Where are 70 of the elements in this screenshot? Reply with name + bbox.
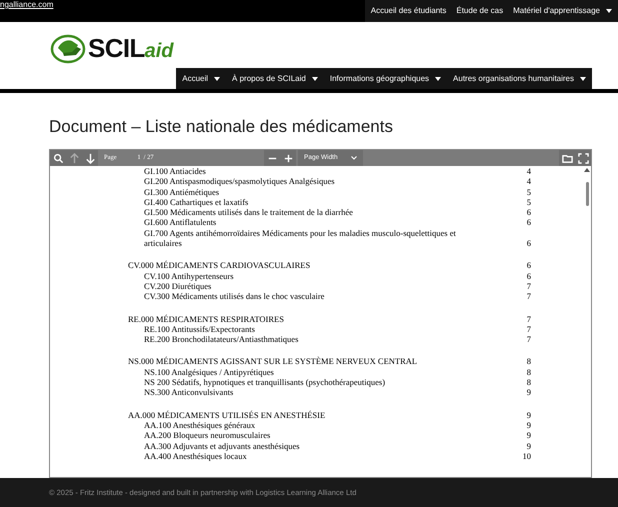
contents-entry: GI.200 Antispasmodiques/spasmolytiques Analgésiques (144, 176, 336, 187)
contents-entry: AA.200 Bloqueurs neuromusculaires (144, 430, 272, 441)
folder-icon[interactable] (559, 150, 575, 166)
caret-icon (312, 76, 318, 80)
contents-entry: GI.400 Cathartiques et laxatifs (144, 196, 250, 208)
caret-icon (606, 9, 612, 13)
page-number: 5 (526, 196, 531, 208)
page-number: 8 (526, 356, 531, 367)
contents-entry: GI.100 Antiacides (144, 166, 207, 176)
page-number: 9 (526, 420, 531, 430)
page-number: 7 (526, 291, 531, 302)
menu-link[interactable]: Autres organisations humanitaires (453, 72, 586, 84)
page-number: 7 (526, 334, 531, 344)
page-number: 9 (526, 410, 531, 420)
contents-entry: CV.100 Antihypertenseurs (144, 270, 235, 281)
contents-entry: RE.100 Antitussifs/Expectorants (144, 324, 256, 334)
menu-link[interactable]: Accueil des étudiants (370, 5, 446, 17)
search-icon[interactable] (50, 150, 66, 166)
page-number: 10 (522, 450, 531, 462)
menu-link[interactable]: À propos de SCILaid (232, 72, 318, 84)
page-number: 8 (526, 366, 531, 378)
menu-link[interactable]: Accueil (182, 72, 220, 84)
section-heading: RE.000 MÉDICAMENTS RESPIRATOIRES (128, 314, 285, 324)
page-number: 9 (526, 387, 531, 398)
page-number: 4 (526, 176, 531, 187)
scroll-up-icon[interactable] (584, 168, 590, 172)
menu-link[interactable]: Étude de cas (456, 5, 504, 17)
contents-entry: GI.300 Antiémétiques (144, 186, 220, 197)
caret-icon (214, 76, 220, 80)
page-number: 9 (526, 430, 531, 441)
contents-entry: CV.300 Médicaments utilisés dans le choc vasculaire (144, 291, 326, 302)
contents-entry: AA.300 Adjuvants et adjuvants anesthésiques (144, 440, 301, 451)
page-number: 6 (526, 217, 531, 228)
page-number: 7 (526, 280, 531, 292)
page-number: 6 (526, 270, 531, 281)
chevron-down-icon (351, 156, 357, 160)
scrollbar-thumb[interactable] (586, 182, 588, 206)
contents-entry: GI.700 Agents antihémorroïdaires Médicaments pour les maladies musculo-squelettiques et articulaires (144, 228, 457, 248)
section-heading: CV.000 MÉDICAMENTS CARDIOVASCULAIRES (128, 260, 312, 271)
zoom-out-icon[interactable] (264, 150, 280, 166)
contents-entry: RE.200 Bronchodilatateurs/Antiasthmatiques (144, 334, 300, 344)
section-heading: NS.000 MÉDICAMENTS AGISSANT SUR LE SYSTÈME NERVEUX CENTRAL (128, 356, 418, 367)
caret-icon (580, 76, 586, 80)
contents-entry: CV.200 Diurétiques (144, 280, 212, 292)
contents-entry: NS.100 Analgésiques / Antipyrétiques (144, 366, 275, 378)
contents-entry: AA.400 Anesthésiques locaux (144, 450, 247, 462)
page-number: 7 (526, 314, 531, 324)
page-number: 6 (526, 238, 531, 248)
contents-entry: NS 200 Sédatifs, hypnotiques et tranquillisants (psychothérapeutiques) (144, 377, 386, 388)
section-heading: AA.000 MÉDICAMENTS UTILISÉS EN ANESTHÉSIE (128, 410, 326, 420)
menu-link[interactable]: Matériel d'apprentissage (513, 5, 612, 17)
page-number: 8 (526, 377, 531, 388)
logo-icon (50, 34, 88, 64)
page-number: 7 (526, 324, 531, 334)
page-number: 6 (526, 260, 531, 271)
page-number: 4 (526, 166, 531, 176)
page-title: Document – Liste nationale des médicaments (49, 117, 394, 137)
page-number: 6 (526, 207, 531, 218)
caret-icon (435, 76, 442, 80)
contents-entry: GI.500 Médicaments utilisés dans le traitement de la diarrhée (144, 207, 354, 218)
menu-link[interactable]: Informations géographiques (330, 72, 442, 84)
contents-entry: GI.600 Antiflatulents (144, 217, 218, 228)
site-link[interactable]: ngalliance.com (0, 0, 54, 10)
zoom-in-icon[interactable] (280, 150, 296, 166)
contents-entry: NS.300 Anticonvulsivants (144, 387, 234, 398)
contents-entry: AA.100 Anesthésiques généraux (144, 420, 256, 430)
page-number: 9 (526, 440, 531, 451)
page-number: 5 (526, 186, 531, 197)
logo-text: SCILaid (88, 32, 174, 65)
fullscreen-icon[interactable] (575, 150, 591, 166)
